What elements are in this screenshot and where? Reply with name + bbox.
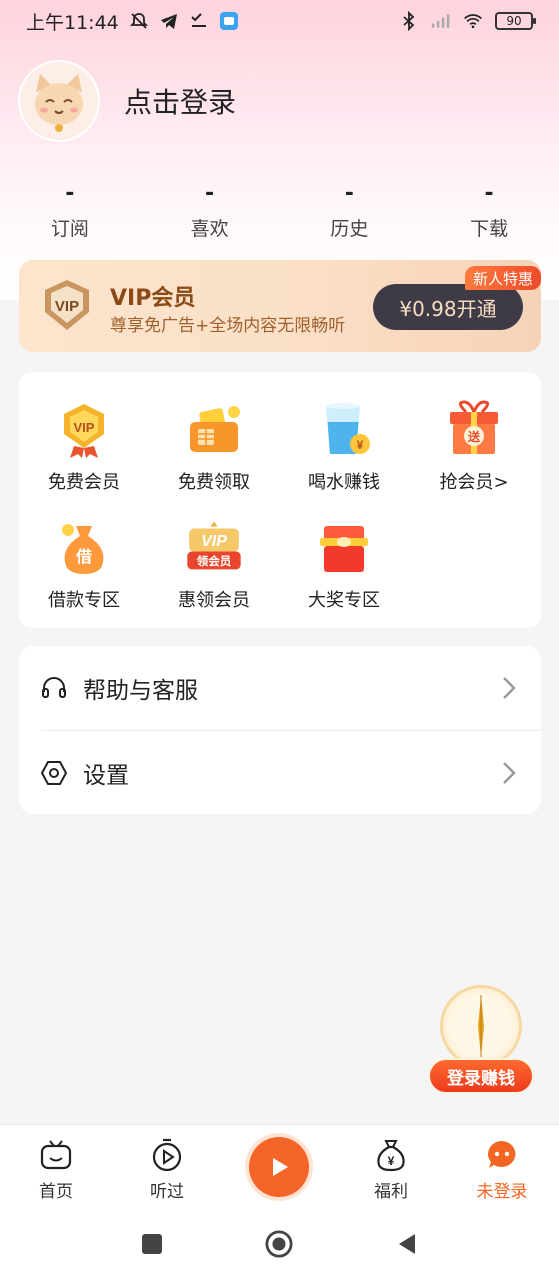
yen-coin-text: ¥ (357, 438, 364, 452)
grid-item-grand-prize[interactable]: 大奖专区 (279, 516, 409, 612)
stat-history[interactable]: - 历史 (280, 180, 420, 241)
stat-label: 历史 (330, 218, 369, 240)
telegram-icon (159, 11, 179, 31)
money-bag-yen-icon: ¥ (373, 1137, 409, 1173)
menu-label: 帮助与客服 (83, 678, 198, 704)
feature-grid: VIP 免费会员 免费领取 ¥ 喝水赚钱 送 抢会员> 借 借款专区 VIP 领… (19, 372, 541, 628)
tab-welfare[interactable]: ¥ 福利 (351, 1137, 431, 1202)
home-button[interactable] (265, 1230, 293, 1258)
vip-subtitle: 尊享免广告+全场内容无限畅听 (110, 316, 346, 336)
app-icon (219, 11, 239, 31)
mute-bell-icon (129, 11, 149, 31)
tab-not-logged-in[interactable]: 未登录 (462, 1137, 542, 1202)
stat-value: - (484, 181, 494, 206)
grid-label: 喝水赚钱 (308, 472, 380, 493)
play-button[interactable] (249, 1137, 309, 1197)
tab-label: 未登录 (476, 1182, 528, 1202)
signal-icon (431, 11, 451, 31)
stat-value: - (65, 181, 75, 206)
tab-home[interactable]: 首页 (16, 1137, 96, 1202)
grid-label: 大奖专区 (308, 590, 380, 611)
cat-avatar-icon[interactable] (18, 60, 100, 142)
stat-value: - (344, 181, 354, 206)
stat-label: 订阅 (50, 218, 89, 240)
menu-item-help[interactable]: 帮助与客服 (19, 646, 541, 730)
menu-label: 设置 (83, 763, 129, 789)
grid-item-grab-vip[interactable]: 送 抢会员> (409, 398, 539, 494)
tab-listened[interactable]: 听过 (127, 1137, 207, 1202)
menu-list: 帮助与客服 设置 (19, 646, 541, 814)
stat-subscriptions[interactable]: - 订阅 (0, 180, 140, 241)
stat-label: 喜欢 (190, 218, 229, 240)
stat-label: 下载 (470, 218, 509, 240)
vip-ribbon-icon: VIP 领会员 (182, 516, 246, 580)
bottom-tab-bar: 首页 听过 ¥ 福利 未登录 (0, 1124, 559, 1208)
status-time: 上午11:44 (26, 11, 119, 34)
battery-level: 90 (506, 14, 522, 28)
header-background (0, 0, 559, 300)
vip-open-button[interactable]: ¥0.98开通 (373, 284, 523, 330)
vip-ribbon-text: VIP (201, 533, 227, 550)
system-nav-bar (0, 1208, 559, 1280)
back-triangle-icon (399, 1234, 415, 1254)
water-cup-icon: ¥ (312, 398, 376, 462)
status-bar: 上午11:44 90 (0, 0, 559, 42)
gift-send-text: 送 (467, 429, 481, 444)
wallet-card-icon (182, 398, 246, 462)
red-chest-icon (312, 516, 376, 580)
vip-badge-text: VIP (55, 298, 79, 315)
vip-badge-icon: VIP (41, 278, 93, 334)
vip-medal-text: VIP (74, 420, 95, 435)
new-user-tag: 新人特惠 (465, 266, 541, 290)
grid-item-drink-water[interactable]: ¥ 喝水赚钱 (279, 398, 409, 494)
chat-face-icon (484, 1137, 520, 1173)
vip-medal-icon: VIP (52, 398, 116, 462)
back-button[interactable] (393, 1230, 421, 1258)
grid-item-discount-vip[interactable]: VIP 领会员 惠领会员 (149, 516, 279, 612)
settings-hexagon-icon (39, 758, 69, 788)
tab-label: 福利 (374, 1182, 408, 1202)
grid-item-free-claim[interactable]: 免费领取 (149, 398, 279, 494)
play-icon (273, 1158, 288, 1176)
recent-apps-button[interactable] (138, 1230, 166, 1258)
battery-icon: 90 (495, 12, 536, 30)
stat-downloads[interactable]: - 下载 (419, 180, 559, 241)
tv-icon (38, 1137, 74, 1173)
grid-label: 借款专区 (48, 590, 120, 611)
circle-home-icon (265, 1230, 293, 1258)
money-bag-icon: 借 (52, 516, 116, 580)
vip-banner[interactable]: VIP VIP会员 尊享免广告+全场内容无限畅听 ¥0.98开通 新人特惠 (19, 260, 541, 352)
bluetooth-icon (399, 11, 419, 31)
headset-icon (39, 673, 69, 703)
tab-label: 听过 (150, 1182, 184, 1202)
check-icon (189, 11, 209, 31)
grid-item-free-vip[interactable]: VIP 免费会员 (19, 398, 149, 494)
tab-label: 首页 (39, 1182, 73, 1202)
square-icon (142, 1234, 162, 1254)
vip-title: VIP会员 (110, 286, 196, 311)
stat-value: - (205, 181, 215, 206)
wifi-icon (463, 11, 483, 31)
grid-label: 抢会员> (439, 472, 509, 493)
stats-row: - 订阅 - 喜欢 - 历史 - 下载 (0, 180, 559, 241)
timer-play-icon (149, 1137, 185, 1173)
login-prompt[interactable]: 点击登录 (124, 81, 236, 121)
chevron-right-icon (499, 759, 519, 787)
login-earn-button[interactable]: 登录赚钱 (428, 1058, 534, 1094)
yen-text: ¥ (388, 1154, 395, 1168)
ling-vip-text: 领会员 (196, 554, 232, 568)
gift-box-icon: 送 (442, 398, 506, 462)
menu-item-settings[interactable]: 设置 (19, 731, 541, 815)
grid-label: 免费会员 (48, 472, 120, 493)
grid-label: 惠领会员 (178, 590, 250, 611)
stat-likes[interactable]: - 喜欢 (140, 180, 280, 241)
borrow-text: 借 (75, 547, 92, 566)
chevron-right-icon (499, 674, 519, 702)
floating-coin-timer-icon[interactable] (440, 985, 522, 1067)
profile-header[interactable]: 点击登录 (18, 60, 236, 142)
grid-item-loan-zone[interactable]: 借 借款专区 (19, 516, 149, 612)
grid-label: 免费领取 (178, 472, 250, 493)
